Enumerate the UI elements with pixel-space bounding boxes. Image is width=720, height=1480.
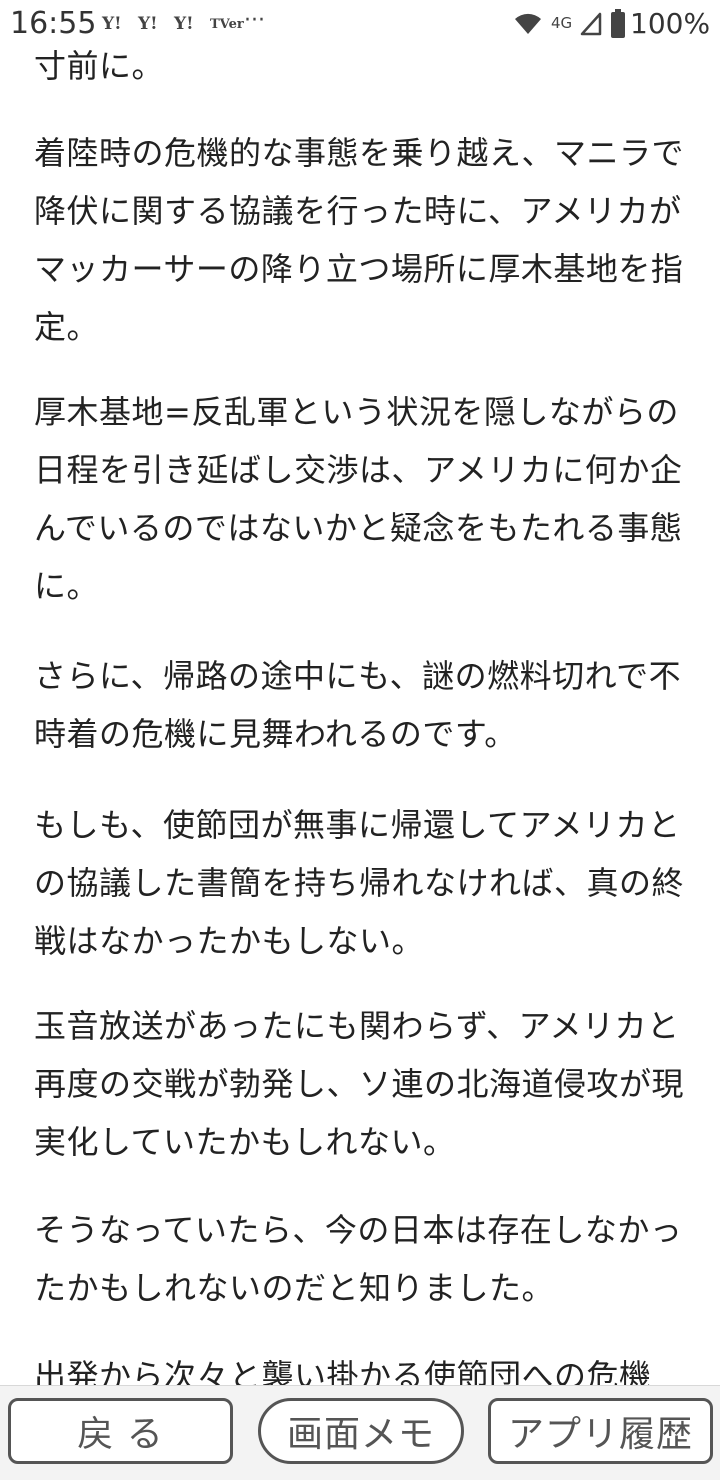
screen: 寸前に。 着陸時の危機的な事態を乗り越え、マニラで 降伏に関する協議を行った時に… [0, 0, 720, 1480]
paragraph: もしも、使節団が無事に帰還してアメリカと の協議した書簡を持ち帰れなければ、真の… [34, 796, 694, 970]
article-body[interactable]: 寸前に。 着陸時の危機的な事態を乗り越え、マニラで 降伏に関する協議を行った時に… [0, 0, 720, 1390]
text-line: 降伏に関する協議を行った時に、アメリカが [34, 192, 682, 230]
battery-icon [611, 9, 625, 38]
text-line: もしも、使節団が無事に帰還してアメリカと [34, 806, 681, 844]
paragraph: さらに、帰路の途中にも、謎の燃料切れで不 時着の危機に見舞われるのです。 [34, 647, 694, 763]
text-line: んでいるのではないかと疑念をもたれる事態 [34, 509, 683, 547]
paragraph: 着陸時の危機的な事態を乗り越え、マニラで 降伏に関する協議を行った時に、アメリカ… [34, 124, 694, 356]
paragraph: そうなっていたら、今の日本は存在しなかっ たかもしれないのだと知りました。 [34, 1201, 694, 1317]
text-line: 再度の交戦が勃発し、ソ連の北海道侵攻が現 [34, 1065, 685, 1103]
wifi-icon [515, 13, 541, 34]
app-history-button[interactable]: アプリ履歴 [488, 1398, 713, 1464]
text-line: さらに、帰路の途中にも、謎の燃料切れで不 [34, 657, 682, 695]
signal-icon [580, 12, 602, 36]
back-button[interactable]: 戻 る [8, 1398, 233, 1464]
text-line: に。 [34, 567, 100, 605]
text-line: 出発から次々と襲い掛かる使節団への危機 [34, 1357, 652, 1390]
text-line: の協議した書簡を持ち帰れなければ、真の終 [34, 864, 685, 902]
text-line: そうなっていたら、今の日本は存在しなかっ [34, 1211, 683, 1249]
text-line: 実化していたかもしれない。 [34, 1123, 456, 1161]
text-line: 厚木基地=反乱軍という状況を隠しながらの [34, 393, 679, 431]
battery-percentage: 100% [630, 7, 711, 40]
yahoo-notification-icon: Y! [174, 14, 194, 34]
text-line: 玉音放送があったにも関わらず、アメリカと [34, 1007, 680, 1045]
more-notifications-icon: ··· [244, 8, 265, 33]
text-line: たかもしれないのだと知りました。 [34, 1269, 555, 1307]
text-line: マッカーサーの降り立つ場所に厚木基地を指 [34, 250, 684, 288]
text-line: 定。 [34, 308, 100, 346]
screen-memo-button[interactable]: 画面メモ [258, 1398, 464, 1464]
paragraph: 玉音放送があったにも関わらず、アメリカと 再度の交戦が勃発し、ソ連の北海道侵攻が… [34, 997, 694, 1171]
paragraph: 厚木基地=反乱軍という状況を隠しながらの 日程を引き延ばし交渉は、アメリカに何か… [34, 383, 694, 615]
text-line: 戦はなかったかもしない。 [34, 922, 425, 960]
text-line: 日程を引き延ばし交渉は、アメリカに何か企 [34, 451, 683, 489]
tver-notification-icon: TVer [210, 17, 244, 32]
status-time: 16:55 [10, 6, 97, 41]
bottom-navigation-bar: 戻 る 画面メモ アプリ履歴 [0, 1385, 720, 1480]
yahoo-notification-icon: Y! [102, 14, 122, 34]
yahoo-notification-icon: Y! [138, 14, 158, 34]
text-line: 着陸時の危機的な事態を乗り越え、マニラで [34, 134, 685, 172]
network-type-label: 4G [551, 14, 573, 32]
text-line: 時着の危機に見舞われるのです。 [34, 715, 517, 753]
status-bar: 16:55 Y! Y! Y! TVer ··· 4G 100% [0, 0, 720, 50]
paragraph: 出発から次々と襲い掛かる使節団への危機 [34, 1347, 694, 1390]
